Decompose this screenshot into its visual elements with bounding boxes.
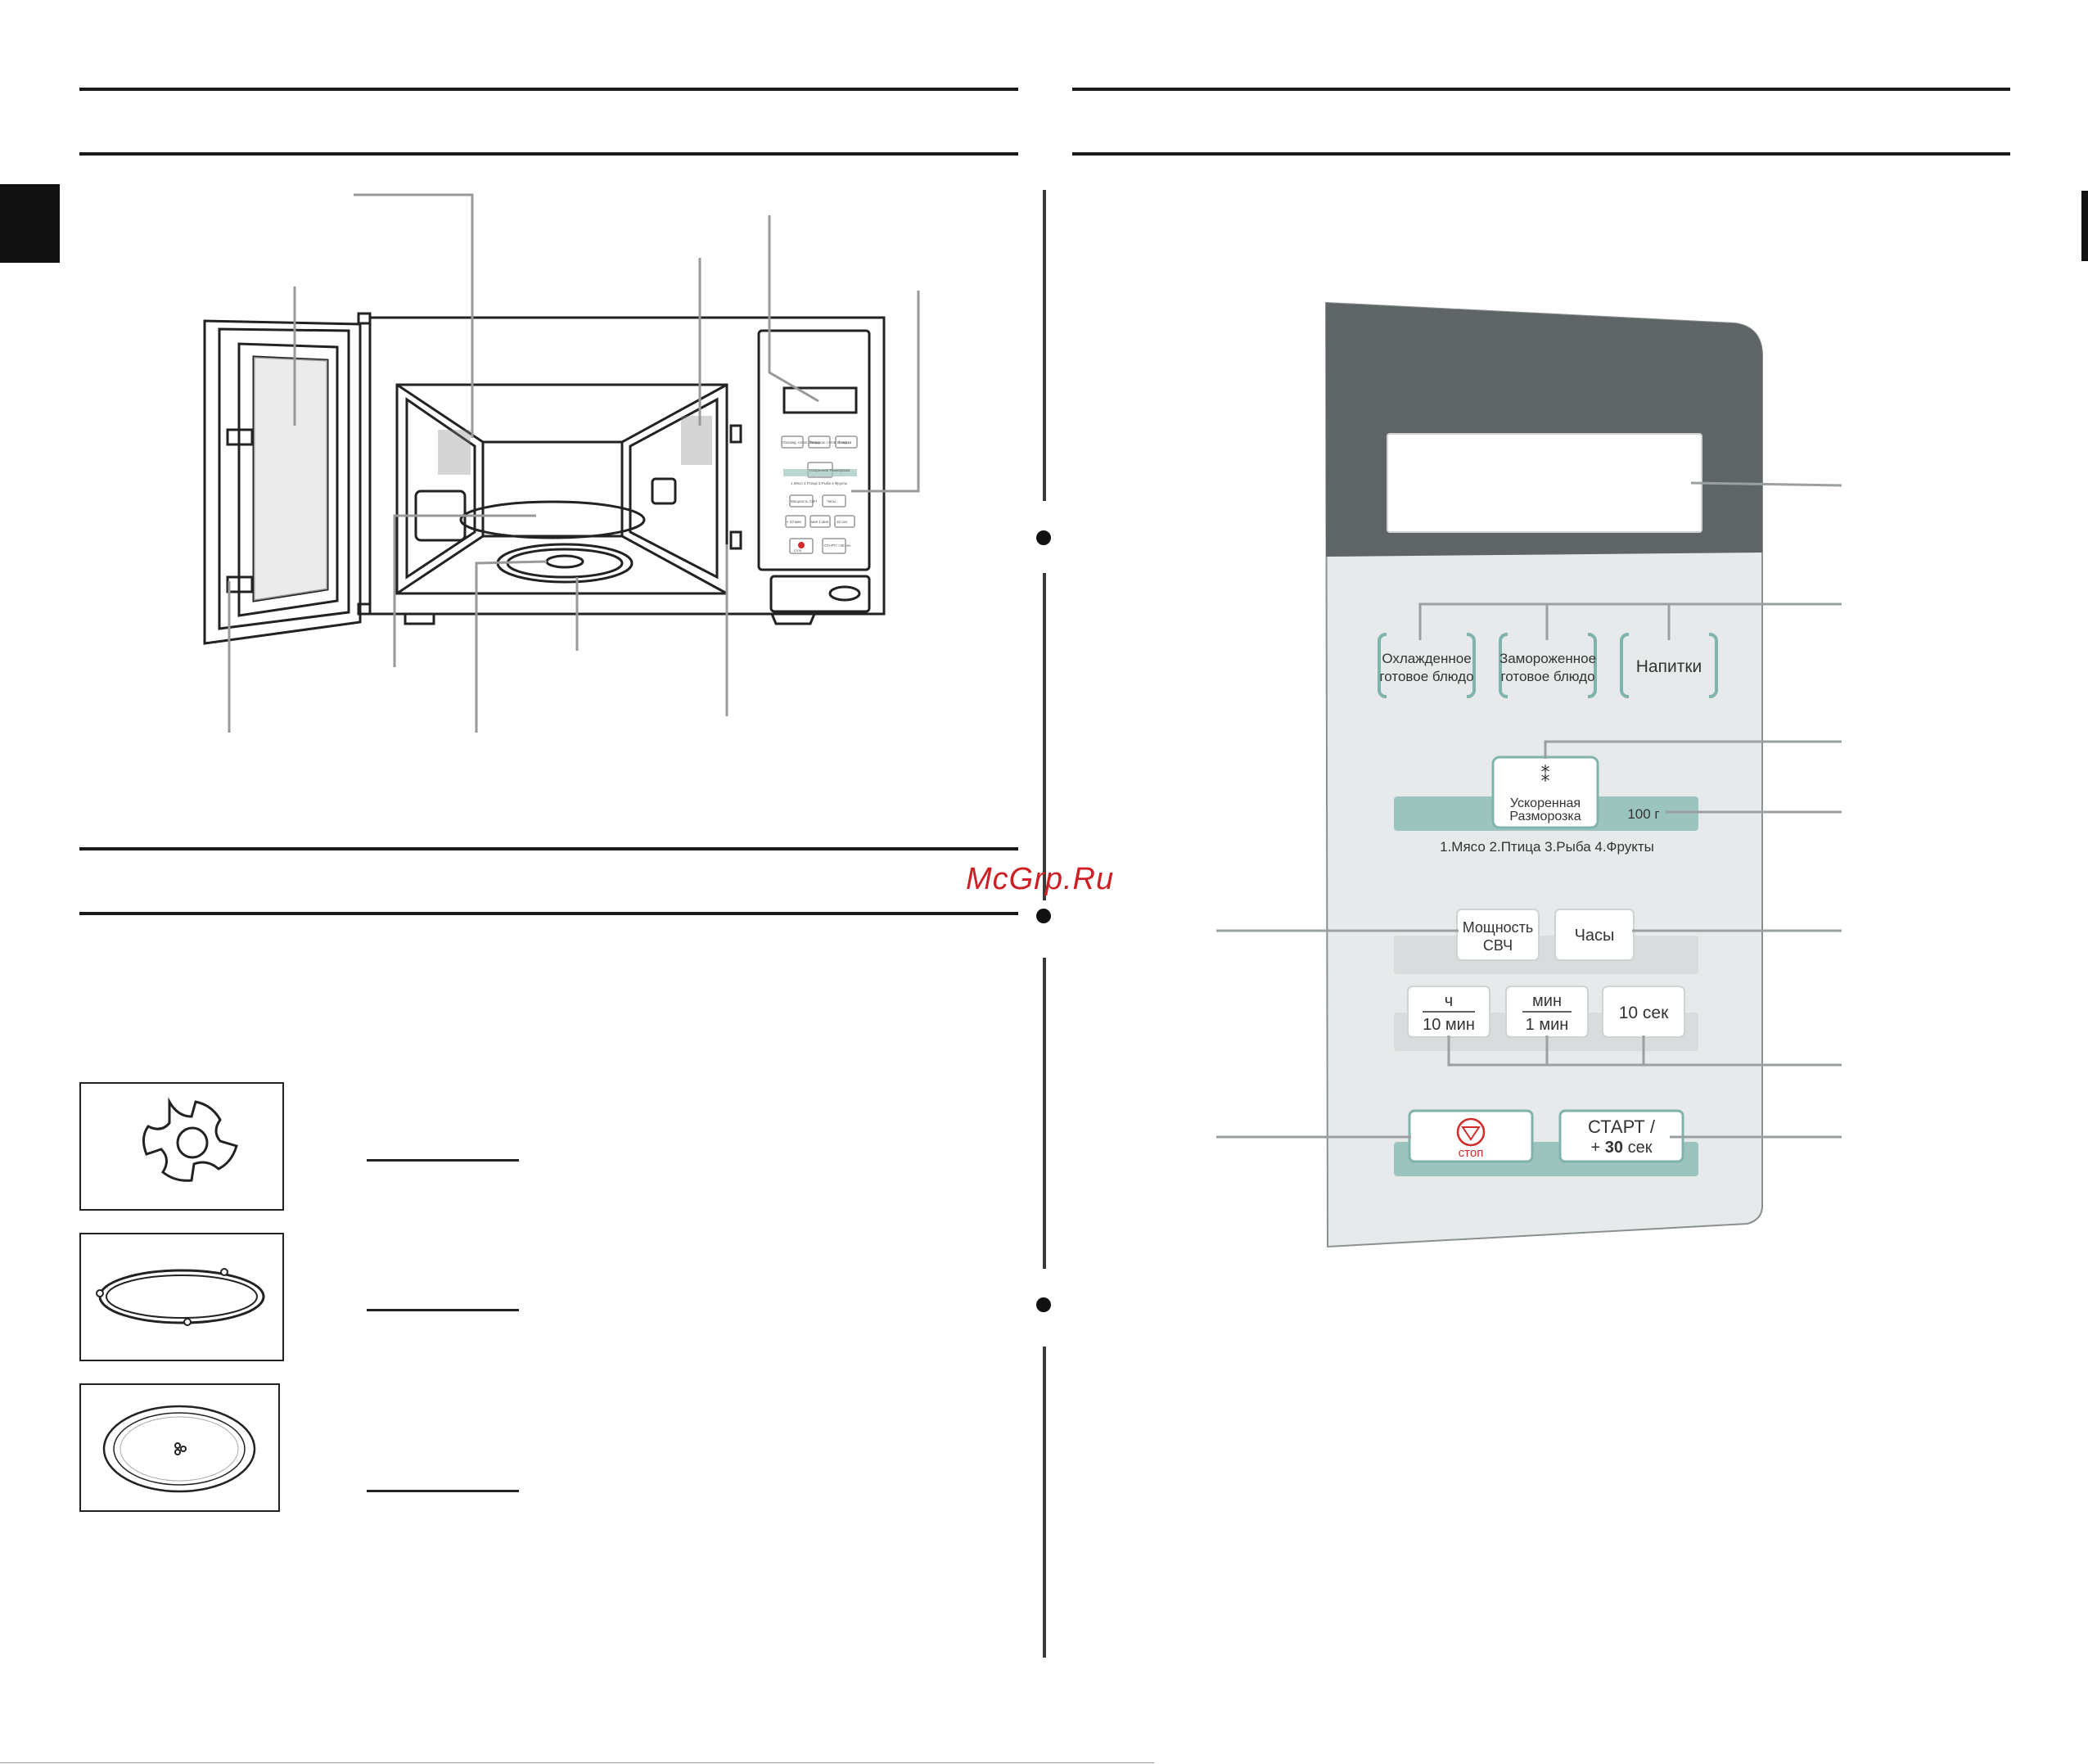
coupler xyxy=(545,554,584,569)
mini-btn-stop: стоп xyxy=(794,548,802,553)
accessories-rule-top xyxy=(79,847,1018,850)
weight-label: 100 г xyxy=(1627,806,1659,822)
right-header-rule-bottom xyxy=(1072,152,2010,156)
leader-coupler xyxy=(475,560,548,733)
mini-btn-power: Мощность СВЧ xyxy=(791,499,817,503)
mini-btn-defrost: Ускоренная Разморозка xyxy=(809,468,850,472)
page-divider-seg1 xyxy=(1043,190,1046,501)
btn-frozen-label1: Замороженное xyxy=(1499,651,1596,666)
btn-clock-label: Часы xyxy=(1575,927,1615,945)
turntable-icon xyxy=(102,1405,256,1493)
btn-10sec-label: 10 сек xyxy=(1619,1004,1669,1022)
btn-minutes-top: мин xyxy=(1532,992,1562,1010)
section-tab-left xyxy=(0,184,60,263)
oven-cavity xyxy=(395,383,728,595)
accessory-coupler-box xyxy=(79,1082,284,1211)
btn-power-label2: СВЧ xyxy=(1483,937,1513,954)
page-divider-dot2 xyxy=(1036,909,1051,923)
accessory-coupler-label-line xyxy=(367,1159,519,1162)
page-divider-seg3 xyxy=(1043,958,1046,1269)
page-divider-seg2 xyxy=(1043,573,1046,900)
defrost-icon: ⁑ xyxy=(1541,765,1550,786)
accessory-turntable-label-line xyxy=(367,1490,519,1492)
accessory-roller-ring-box xyxy=(79,1233,284,1361)
watermark: McGrp.Ru xyxy=(966,862,1115,896)
power-band xyxy=(1394,936,1698,974)
roller-ring-icon xyxy=(96,1268,265,1326)
accessory-roller-ring-label-line xyxy=(367,1309,519,1311)
btn-minutes-bottom: 1 мин xyxy=(1526,1016,1569,1034)
microwave-oven-diagram: Охлажд. готов. блюдо Заморож. готов. блю… xyxy=(203,193,920,733)
turntable-glass xyxy=(459,500,646,539)
page-divider-dot3 xyxy=(1036,1297,1051,1312)
btn-drinks-label: Напитки xyxy=(1636,657,1702,676)
control-panel-diagram: Охлажденное готовое блюдо Замороженное г… xyxy=(1216,301,1842,1248)
btn-frozen-label2: готовое блюдо xyxy=(1500,669,1594,684)
mini-btn-minutes: мин 1 мин xyxy=(811,520,829,524)
oven-control-panel xyxy=(757,329,871,571)
section-tab-right xyxy=(2081,191,2088,261)
accessory-turntable-box xyxy=(79,1383,280,1512)
mini-btn-start: СТАРТ/ +30 сек xyxy=(824,544,850,548)
btn-chilled-label1: Охлажденное xyxy=(1382,651,1471,666)
btn-start-label2: + 30 сек xyxy=(1591,1139,1653,1157)
btn-chilled-label2: готовое блюдо xyxy=(1379,669,1473,684)
left-header-rule-top xyxy=(79,88,1018,91)
btn-start-label1: СТАРТ / xyxy=(1588,1117,1656,1137)
btn-stop-label: стоп xyxy=(1459,1146,1484,1160)
mini-btn-10sec: 10 сек xyxy=(837,520,847,524)
leader-display xyxy=(768,215,819,403)
mini-btn-drinks: Напитки xyxy=(837,440,852,444)
mini-defrost-cats: 1.Мясо 2.Птица 3.Рыба 4.Фрукты xyxy=(791,481,847,485)
accessories-rule-bottom xyxy=(79,912,1018,915)
mini-btn-hours: ч 10 мин xyxy=(787,520,801,524)
btn-hours-bottom: 10 мин xyxy=(1423,1016,1475,1034)
page-divider-seg4 xyxy=(1043,1347,1046,1658)
left-header-rule-bottom xyxy=(79,152,1018,156)
footer-rule xyxy=(0,1762,1154,1763)
mini-btn-clock: Часы xyxy=(827,499,836,503)
defrost-categories: 1.Мясо 2.Птица 3.Рыба 4.Фрукты xyxy=(1440,839,1654,855)
btn-power-label1: Мощность xyxy=(1463,919,1534,936)
page-divider-dot1 xyxy=(1036,530,1051,545)
btn-hours-top: ч xyxy=(1445,992,1453,1010)
coupler-icon xyxy=(142,1097,238,1182)
btn-defrost-label1: Ускоренная xyxy=(1510,796,1581,810)
display-window xyxy=(1387,433,1702,533)
right-header-rule-top xyxy=(1072,88,2010,91)
btn-defrost-label2: Разморозка xyxy=(1509,810,1581,823)
